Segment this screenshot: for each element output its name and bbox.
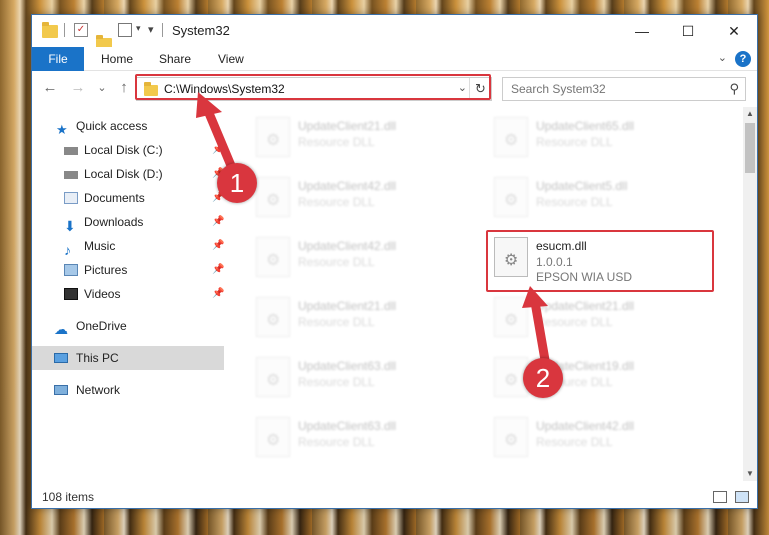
arrow-2-head	[522, 286, 548, 308]
arrow-1-head	[196, 92, 222, 118]
arrow-1-line	[201, 101, 237, 173]
arrow-2-line	[530, 297, 550, 365]
annotation-arrows	[196, 92, 550, 365]
callout-2: 2	[523, 358, 563, 398]
callout-1: 1	[217, 163, 257, 203]
